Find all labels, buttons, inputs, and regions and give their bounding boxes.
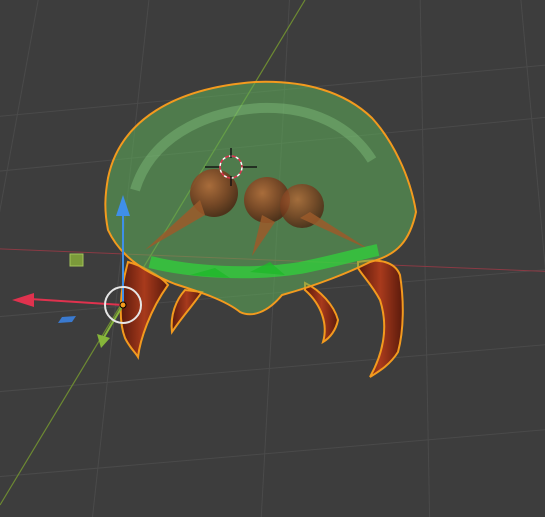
gizmo-yz-plane-handle [69,253,84,267]
gizmo-x-axis [29,298,124,306]
gizmo-x-arrow [12,293,34,307]
leg-back-right [304,281,340,345]
leg-back-left [170,288,204,335]
leg-front-right [357,259,404,380]
3d-viewport[interactable] [0,0,545,517]
viewport-canvas[interactable] [0,0,545,517]
gizmo-origin-dot [119,301,127,309]
gizmo-xy-plane-handle [58,316,76,323]
